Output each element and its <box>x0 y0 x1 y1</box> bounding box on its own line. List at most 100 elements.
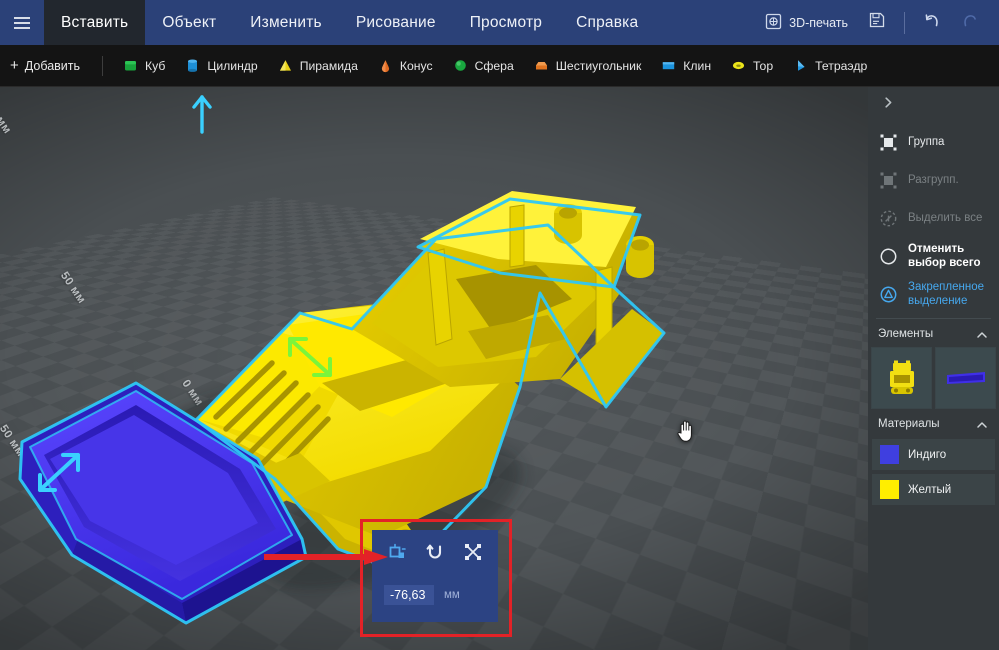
undo-button[interactable] <box>913 0 951 45</box>
cylinder-icon <box>185 58 200 73</box>
cone-icon <box>378 58 393 73</box>
sidebar-item-select-all[interactable]: Выделить все <box>868 199 999 237</box>
tetrahedron-icon <box>793 58 808 73</box>
shape-cube[interactable]: Куб <box>113 45 175 87</box>
move-tool-button[interactable] <box>383 540 411 568</box>
shape-hexagon[interactable]: Шестиугольник <box>524 45 652 87</box>
material-yellow-label: Желтый <box>908 483 952 496</box>
save-button[interactable] <box>858 0 896 45</box>
shape-hexagon-label: Шестиугольник <box>555 58 642 73</box>
shape-cube-label: Куб <box>145 58 166 73</box>
group-icon <box>878 132 899 153</box>
tab-view[interactable]: Просмотр <box>453 0 559 45</box>
transform-unit-label: мм <box>444 589 460 601</box>
shape-cone[interactable]: Конус <box>368 45 443 87</box>
shape-cylinder[interactable]: Цилиндр <box>175 45 267 87</box>
cabin-move-gizmo <box>192 95 212 134</box>
element-thumb-bulldozer[interactable] <box>871 347 932 409</box>
right-sidebar: Группа Разгрупп. Выделить все Отменить в… <box>868 87 999 650</box>
section-materials-header[interactable]: Материалы <box>868 409 999 437</box>
blade-thumb-icon <box>946 372 985 384</box>
shape-tetrahedron[interactable]: Тетраэдр <box>783 45 877 87</box>
tab-help-label: Справка <box>576 13 639 31</box>
tab-paint[interactable]: Рисование <box>339 0 453 45</box>
hexagon-icon <box>534 58 549 73</box>
bulldozer-thumb-icon <box>889 360 914 394</box>
sidebar-item-ungroup[interactable]: Разгрупп. <box>868 161 999 199</box>
sidebar-item-pinned-selection[interactable]: Закрепленное выделение <box>868 275 999 313</box>
build-plate-grid <box>0 87 868 474</box>
print-3d-button[interactable]: 3D-печать <box>755 0 858 45</box>
wedge-icon <box>661 58 676 73</box>
tab-help[interactable]: Справка <box>559 0 655 45</box>
redo-button[interactable] <box>951 0 989 45</box>
tab-object-label: Объект <box>162 13 217 31</box>
indigo-swatch <box>880 445 899 464</box>
sidebar-item-pinned-selection-label: Закрепленное выделение <box>908 280 984 307</box>
shapes-toolbar: + Добавить Куб Цилиндр Пирамида Конус Сф… <box>0 45 999 87</box>
chevron-up-icon <box>976 419 987 430</box>
print-3d-label: 3D-печать <box>789 15 848 30</box>
save-icon <box>868 11 886 34</box>
tab-insert[interactable]: Вставить <box>44 0 146 45</box>
transform-value-input[interactable]: -76,63 <box>384 585 434 605</box>
toolbar-divider <box>904 11 905 34</box>
add-button[interactable]: + Добавить <box>0 45 92 87</box>
hamburger-menu-icon[interactable] <box>0 0 44 45</box>
undo-icon <box>921 9 943 36</box>
plus-icon: + <box>10 57 19 74</box>
transform-value-row: -76,63 мм <box>372 578 498 612</box>
torus-icon <box>731 58 746 73</box>
element-thumb-blade[interactable] <box>935 347 996 409</box>
tab-modify[interactable]: Изменить <box>233 0 339 45</box>
sidebar-item-group[interactable]: Группа <box>868 123 999 161</box>
rotate-tool-button[interactable] <box>421 540 449 568</box>
menu-bar: Вставить Объект Изменить Рисование Просм… <box>0 0 999 45</box>
chevron-right-icon <box>882 96 895 114</box>
shape-cylinder-label: Цилиндр <box>207 58 258 73</box>
shape-torus-label: Тор <box>753 58 774 73</box>
tab-insert-label: Вставить <box>61 13 129 31</box>
ungroup-icon <box>878 170 899 191</box>
hand-cursor <box>677 420 692 442</box>
shape-sphere-label: Сфера <box>474 58 514 73</box>
scale-tool-button[interactable] <box>459 540 487 568</box>
sidebar-item-select-all-label: Выделить все <box>908 211 983 224</box>
shape-wedge[interactable]: Клин <box>651 45 721 87</box>
material-yellow[interactable]: Желтый <box>872 474 995 505</box>
material-indigo-label: Индиго <box>908 448 947 461</box>
sidebar-item-deselect-all[interactable]: Отменить выбор всего <box>868 237 999 275</box>
move-icon <box>386 541 408 568</box>
rotate-icon <box>424 541 446 568</box>
menu-spacer <box>655 0 755 45</box>
sphere-icon <box>453 58 468 73</box>
printer-icon <box>765 13 782 33</box>
sidebar-collapse-button[interactable] <box>868 87 999 123</box>
deselect-icon <box>878 246 899 267</box>
material-indigo[interactable]: Индиго <box>872 439 995 470</box>
section-materials-title: Материалы <box>878 418 940 430</box>
shape-sphere[interactable]: Сфера <box>443 45 524 87</box>
scale-icon <box>462 541 484 568</box>
tab-view-label: Просмотр <box>469 13 543 31</box>
pyramid-icon <box>278 58 293 73</box>
shape-pyramid[interactable]: Пирамида <box>268 45 368 87</box>
tab-object[interactable]: Объект <box>145 0 233 45</box>
shape-pyramid-label: Пирамида <box>299 58 358 73</box>
shape-cone-label: Конус <box>399 58 433 73</box>
elements-thumbnails <box>868 347 999 409</box>
add-button-label: Добавить <box>24 58 81 73</box>
sidebar-item-deselect-all-label: Отменить выбор всего <box>908 242 981 269</box>
pin-select-icon <box>878 284 899 305</box>
app-window: Вставить Объект Изменить Рисование Просм… <box>0 0 999 650</box>
tab-paint-label: Рисование <box>355 13 436 31</box>
chevron-up-icon <box>976 329 987 340</box>
select-all-icon <box>878 208 899 229</box>
yellow-swatch <box>880 480 899 499</box>
sidebar-item-ungroup-label: Разгрупп. <box>908 173 959 186</box>
shape-tetrahedron-label: Тетраэдр <box>815 58 868 73</box>
section-elements-header[interactable]: Элементы <box>868 319 999 347</box>
shapebar-divider <box>102 55 104 76</box>
menu-actions: 3D-печать <box>755 0 999 45</box>
shape-torus[interactable]: Тор <box>721 45 783 87</box>
